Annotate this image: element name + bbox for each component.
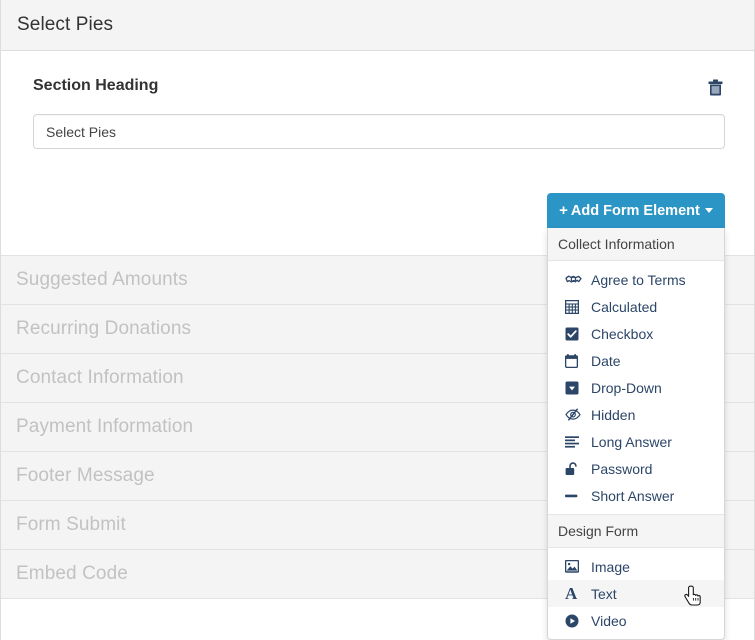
menu-item-checkbox[interactable]: Checkbox	[548, 320, 724, 347]
collapsed-section-label: Suggested Amounts	[16, 269, 188, 290]
menu-item-label: Long Answer	[591, 433, 672, 450]
add-form-element-container: + Add Form Element Collect Information Ag…	[547, 193, 725, 640]
menu-item-calculated[interactable]: Calculated	[548, 293, 724, 320]
section-heading-input[interactable]	[33, 114, 725, 149]
menu-item-label: Text	[591, 585, 617, 602]
menu-item-drop-down[interactable]: Drop-Down	[548, 374, 724, 401]
menu-item-label: Short Answer	[591, 487, 675, 504]
menu-item-text[interactable]: A Text	[548, 580, 724, 607]
collapsed-section-label: Embed Code	[16, 563, 128, 584]
eye-slash-icon	[565, 408, 582, 421]
menu-item-label: Image	[591, 558, 630, 575]
handshake-icon	[565, 274, 582, 286]
menu-group-header-collect-information: Collect Information	[548, 228, 724, 261]
menu-item-label: Calculated	[591, 298, 658, 315]
letter-a-icon: A	[565, 584, 578, 603]
delete-section-button[interactable]	[708, 79, 723, 96]
unlock-icon	[565, 461, 582, 476]
menu-item-agree-to-terms[interactable]: Agree to Terms	[548, 266, 724, 293]
trash-icon	[708, 79, 723, 96]
checkbox-icon	[565, 327, 582, 341]
chevron-down-icon	[704, 208, 713, 213]
page-header: Select Pies	[1, 0, 754, 51]
collapsed-section-label: Recurring Donations	[16, 318, 192, 339]
calendar-icon	[565, 353, 582, 368]
section-heading-label: Section Heading	[33, 77, 159, 94]
play-circle-icon	[565, 614, 582, 628]
menu-item-long-answer[interactable]: Long Answer	[548, 428, 724, 455]
menu-item-image[interactable]: Image	[548, 553, 724, 580]
menu-item-short-answer[interactable]: Short Answer	[548, 482, 724, 509]
menu-item-password[interactable]: Password	[548, 455, 724, 482]
form-builder-page: Select Pies Section Heading Suggested Am…	[0, 0, 755, 640]
collapsed-section-label: Payment Information	[16, 416, 194, 437]
menu-item-label: Date	[591, 352, 621, 369]
caret-square-down-icon	[565, 381, 582, 395]
menu-item-label: Checkbox	[591, 325, 654, 342]
menu-item-label: Hidden	[591, 406, 636, 423]
menu-item-label: Video	[591, 612, 627, 629]
menu-item-date[interactable]: Date	[548, 347, 724, 374]
section-label-row: Section Heading	[33, 77, 724, 96]
collapsed-section-label: Footer Message	[16, 465, 155, 486]
page-title: Select Pies	[17, 14, 114, 35]
menu-group-header-design-form: Design Form	[548, 514, 724, 548]
menu-item-label: Agree to Terms	[591, 271, 686, 288]
add-form-element-menu: Collect Information Agree to Terms Calcu…	[547, 228, 725, 640]
image-icon	[565, 560, 582, 573]
add-form-element-label: Add Form Element	[570, 203, 700, 219]
menu-item-label: Password	[591, 460, 653, 477]
menu-item-video[interactable]: Video	[548, 607, 724, 634]
align-left-icon	[565, 435, 582, 448]
calculator-icon	[565, 299, 582, 314]
add-form-element-button[interactable]: + Add Form Element	[547, 193, 725, 228]
menu-item-hidden[interactable]: Hidden	[548, 401, 724, 428]
collapsed-section-label: Contact Information	[16, 367, 184, 388]
collapsed-section-label: Form Submit	[16, 514, 126, 535]
menu-item-label: Drop-Down	[591, 379, 662, 396]
plus-icon: +	[559, 202, 568, 219]
minus-icon	[565, 493, 582, 499]
